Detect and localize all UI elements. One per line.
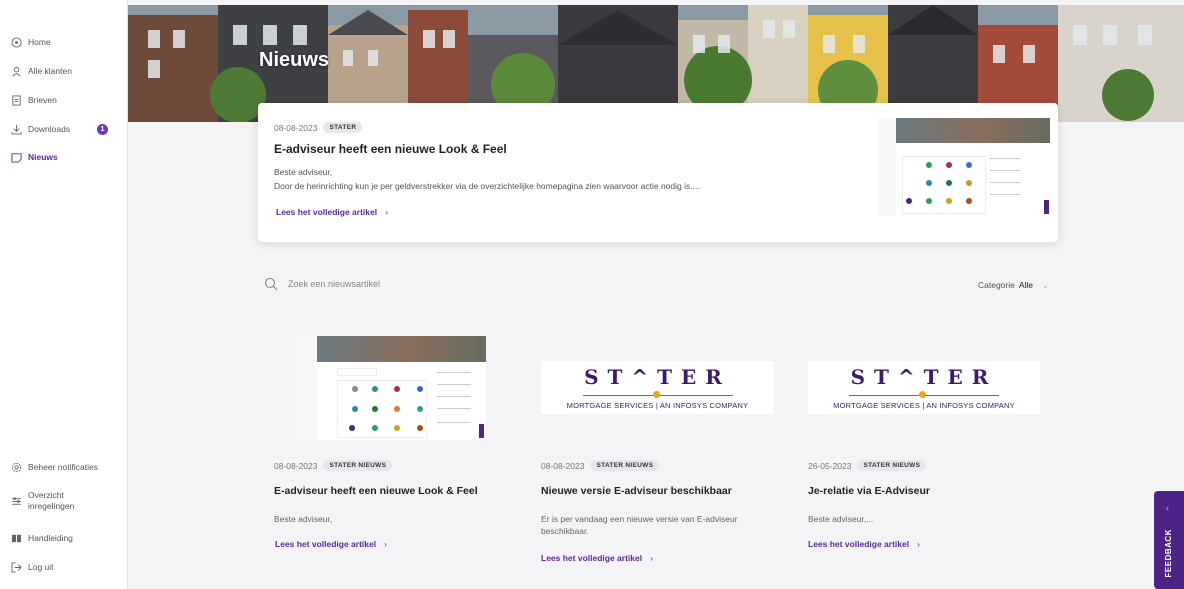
sidebar-item-home[interactable]: Home <box>10 36 51 48</box>
logo-word-right: TER <box>657 365 731 389</box>
featured-article-title: E-adviseur heeft een nieuwe Look & Feel <box>274 142 507 156</box>
article-excerpt: Er is per vandaag een nieuwe versie van … <box>541 514 738 536</box>
article-title[interactable]: E-adviseur heeft een nieuwe Look & Feel <box>274 485 478 497</box>
sidebar-item-alle-klanten[interactable]: Alle klanten <box>10 65 72 77</box>
article-image[interactable] <box>297 336 486 440</box>
logo-dot <box>919 391 926 398</box>
sidebar-item-handleiding[interactable]: Handleiding <box>10 532 73 544</box>
read-more-label: Lees het volledige artikel <box>541 553 643 563</box>
news-search[interactable]: Zoek een nieuwsartikel <box>264 277 380 291</box>
article-tag: STATER <box>323 122 363 133</box>
sidebar-item-brieven[interactable]: Brieven <box>10 94 57 106</box>
document-icon <box>10 94 22 106</box>
logout-icon <box>10 561 22 573</box>
article-tag: STATER NIEUWS <box>857 460 927 471</box>
article-title[interactable]: Je-relatie via E-Adviseur <box>808 485 930 497</box>
article-read-more-link[interactable]: Lees het volledige artikel › <box>275 539 387 549</box>
sidebar-item-beheer-notificaties[interactable]: Beheer notificaties <box>10 461 98 473</box>
read-more-label: Lees het volledige artikel <box>808 539 910 549</box>
article-date: 08-08-2023 <box>274 122 318 133</box>
stater-logo-image[interactable]: ST^TER MORTGAGE SERVICES | AN INFOSYS CO… <box>541 361 774 414</box>
sidebar-item-label: Brieven <box>28 95 57 105</box>
article-date: 08-08-2023 <box>274 460 318 471</box>
category-value: Alle <box>1018 280 1034 290</box>
download-icon <box>10 123 22 135</box>
chevron-right-icon: › <box>917 539 920 549</box>
sidebar-item-log-uit[interactable]: Log uit <box>10 561 54 573</box>
feedback-label: FEEDBACK <box>1164 529 1173 578</box>
logo-word-right: TER <box>923 365 998 389</box>
article-date: 26-05-2023 <box>808 460 852 471</box>
article-tag: STATER NIEUWS <box>323 460 393 471</box>
logo-caret: ^ <box>631 365 658 389</box>
news-icon <box>10 151 22 163</box>
read-more-label: Lees het volledige artikel <box>275 539 377 549</box>
person-icon <box>10 65 22 77</box>
chevron-down-icon: ⌄ <box>1042 280 1049 290</box>
category-filter[interactable]: Categorie Alle ⌄ <box>978 280 1049 290</box>
sidebar-item-label: Overzicht inregelingen <box>28 490 75 511</box>
read-more-label: Lees het volledige artikel <box>276 207 378 217</box>
sidebar-item-label: Log uit <box>28 562 54 572</box>
stater-wordmark: ST^TER <box>584 365 731 389</box>
sidebar-item-label: Nieuws <box>28 152 58 162</box>
featured-article-card[interactable]: 08-08-2023 STATER E-adviseur heeft een n… <box>258 103 1058 242</box>
featured-article-image <box>878 118 1050 216</box>
logo-subtitle: MORTGAGE SERVICES | AN INFOSYS COMPANY <box>566 401 749 410</box>
compass-icon <box>10 36 22 48</box>
page-title: Nieuws <box>259 49 330 71</box>
sidebar-item-label: Handleiding <box>28 533 73 543</box>
logo-word-left: ST <box>850 365 898 389</box>
sidebar-item-label: Downloads <box>28 124 71 134</box>
logo-word-left: ST <box>584 365 632 389</box>
category-label: Categorie <box>978 280 1015 290</box>
downloads-count-badge: 1 <box>97 123 108 135</box>
stater-wordmark: ST^TER <box>851 365 998 389</box>
search-icon <box>264 277 278 291</box>
logo-rule <box>582 391 733 398</box>
chevron-right-icon: › <box>650 553 653 563</box>
article-title[interactable]: Nieuwe versie E-adviseur beschikbaar <box>541 485 732 497</box>
chevron-right-icon: › <box>384 539 387 549</box>
article-read-more-link[interactable]: Lees het volledige artikel › <box>541 553 653 563</box>
excerpt-line: Beste adviseur, <box>274 167 333 177</box>
featured-read-more-link[interactable]: Lees het volledige artikel › <box>276 207 388 217</box>
sidebar-item-overzicht-inregelingen[interactable]: Overzicht inregelingen <box>10 490 100 512</box>
sidebar-item-label: Alle klanten <box>28 66 72 76</box>
sidebar-item-label: Beheer notificaties <box>28 462 98 472</box>
excerpt-line: Door de herinrichting kun je per geldver… <box>274 181 700 191</box>
sidebar: Home Alle klanten Brieven Downloads 1 Ni… <box>0 0 128 589</box>
article-meta: 08-08-2023 STATER NIEUWS <box>274 460 393 471</box>
logo-subtitle: MORTGAGE SERVICES | AN INFOSYS COMPANY <box>833 401 1015 410</box>
chevron-left-icon: ‹ <box>1166 503 1169 513</box>
search-input[interactable]: Zoek een nieuwsartikel <box>288 279 380 289</box>
article-excerpt: Beste adviseur, <box>274 514 333 524</box>
feedback-button[interactable]: ‹ FEEDBACK <box>1154 491 1184 589</box>
article-meta: 08-08-2023 STATER NIEUWS <box>541 460 660 471</box>
article-tag: STATER NIEUWS <box>590 460 660 471</box>
featured-article-excerpt: Beste adviseur, Door de herinrichting ku… <box>274 165 700 193</box>
gear-icon <box>10 461 22 473</box>
article-date: 08-08-2023 <box>541 460 585 471</box>
sidebar-item-downloads[interactable]: Downloads 1 <box>10 123 110 135</box>
featured-article-meta: 08-08-2023 STATER <box>274 122 363 133</box>
logo-caret: ^ <box>897 365 924 389</box>
sidebar-item-label: Home <box>28 37 51 47</box>
article-read-more-link[interactable]: Lees het volledige artikel › <box>808 539 920 549</box>
sidebar-item-nieuws[interactable]: Nieuws <box>10 151 58 163</box>
logo-dot <box>652 391 660 398</box>
book-icon <box>10 532 22 544</box>
logo-rule <box>849 391 999 398</box>
chevron-right-icon: › <box>385 207 388 217</box>
stater-logo-image[interactable]: ST^TER MORTGAGE SERVICES | AN INFOSYS CO… <box>808 361 1040 414</box>
article-meta: 26-05-2023 STATER NIEUWS <box>808 460 927 471</box>
sliders-icon <box>10 495 22 507</box>
article-excerpt: Beste adviseur,... <box>808 514 874 524</box>
